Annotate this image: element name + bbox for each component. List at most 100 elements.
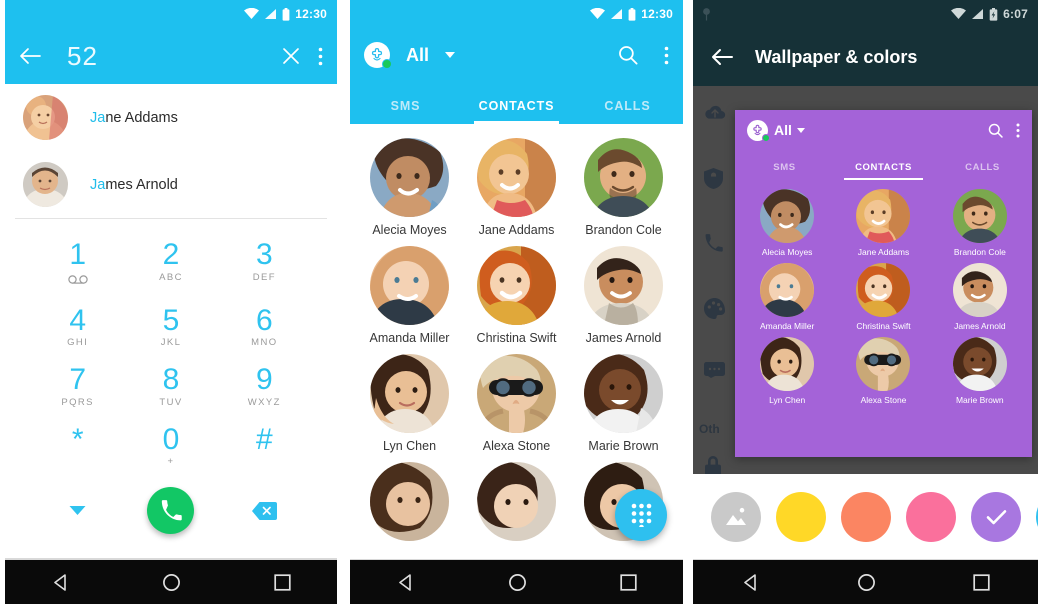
dialpad-key-2[interactable]: 2 ABC [124, 233, 217, 299]
contact-tile[interactable]: Alecia Moyes [356, 138, 463, 246]
contact-tile[interactable]: Jane Addams [463, 138, 570, 246]
tab-sms[interactable]: SMS [350, 82, 461, 124]
dialpad-row: 4 GHI 5 JKL 6 MNO [31, 299, 311, 359]
contact-tile[interactable]: Brandon Cole [570, 138, 677, 246]
call-button-wrap [124, 487, 217, 534]
contact-tile[interactable]: Lyn Chen [356, 354, 463, 462]
wifi-icon [244, 8, 260, 19]
nav-back-icon[interactable] [741, 573, 760, 592]
dialpad-key-7[interactable]: 7 PQRS [31, 358, 124, 418]
nav-recents-icon[interactable] [274, 573, 291, 591]
key-letters: WXYZ [247, 396, 281, 408]
dialed-number[interactable]: 52 [59, 41, 264, 72]
contact-tile[interactable] [463, 462, 570, 550]
contact-name: James Arnold [954, 321, 1006, 331]
back-arrow-icon[interactable] [19, 47, 41, 65]
contact-name: James Arnold [90, 177, 178, 193]
tab-sms: SMS [773, 162, 796, 173]
app-logo-icon[interactable] [364, 42, 392, 69]
dialpad-key-hash[interactable]: # [218, 418, 311, 478]
contact-tile[interactable] [356, 462, 463, 550]
dialpad-fab-button[interactable] [615, 489, 667, 541]
key-digit: 9 [255, 363, 273, 396]
tab-calls[interactable]: CALLS [572, 82, 683, 124]
contacts-grid-row: Alecia Moyes Jane Addams Brandon Cole [356, 138, 677, 246]
contact-name: Alecia Moyes [761, 247, 813, 257]
contact-tile[interactable]: Marie Brown [570, 354, 677, 462]
signal-icon [611, 9, 623, 19]
contact-tile[interactable]: James Arnold [570, 246, 677, 354]
collapse-dialpad-button[interactable] [31, 505, 124, 516]
avatar [760, 337, 815, 391]
nav-recents-icon[interactable] [619, 573, 637, 591]
contact-name: Christina Swift [476, 331, 557, 345]
android-navigation-bar [5, 559, 337, 604]
key-digit: 0 [162, 422, 180, 456]
phone-panel-dialer: 12:30 52 Jane Addams James Arnold 1 2 AB… [5, 0, 337, 604]
contact-tile: Alecia Moyes [739, 189, 835, 263]
dialpad-key-8[interactable]: 8 TUV [124, 358, 217, 418]
nav-recents-icon[interactable] [972, 573, 990, 591]
nav-back-icon[interactable] [51, 573, 70, 592]
nav-back-icon[interactable] [396, 573, 415, 592]
tab-contacts[interactable]: CONTACTS [461, 82, 572, 124]
status-bar: 6:07 [693, 0, 1038, 28]
contact-name: Brandon Cole [585, 223, 662, 237]
call-button[interactable] [147, 487, 195, 534]
status-bar-left [701, 7, 712, 22]
contact-tile[interactable]: Amanda Miller [356, 246, 463, 354]
nav-home-icon[interactable] [857, 573, 876, 592]
contact-name: Jane Addams [857, 247, 910, 257]
swatch-pink[interactable] [906, 491, 956, 542]
wifi-icon [951, 8, 967, 19]
avatar [584, 138, 663, 217]
dialer-toolbar: 52 [5, 28, 337, 84]
more-vert-icon[interactable] [664, 46, 669, 65]
more-vert-icon[interactable] [318, 47, 323, 66]
theme-preview-card[interactable]: All SMS CONTACTS CALLS Alecia Moyes Jane… [735, 110, 1032, 457]
status-bar-time: 12:30 [295, 7, 327, 21]
more-vert-icon [1016, 122, 1020, 138]
tab-calls: CALLS [965, 162, 1000, 173]
dialpad-key-star[interactable]: * [31, 418, 124, 478]
filter-label[interactable]: All [406, 45, 429, 66]
dialer-top-section: 12:30 52 [5, 0, 337, 84]
contact-tile: Jane Addams [835, 189, 931, 263]
dialpad-key-3[interactable]: 3 DEF [218, 233, 311, 299]
contact-suggestion-row[interactable]: James Arnold [5, 151, 337, 218]
search-icon[interactable] [618, 45, 638, 65]
contact-suggestion-row[interactable]: Jane Addams [5, 84, 337, 151]
nav-home-icon[interactable] [508, 573, 527, 592]
back-arrow-icon[interactable] [711, 48, 733, 66]
contact-tile: Christina Swift [835, 263, 931, 337]
chevron-down-icon[interactable] [445, 52, 456, 58]
contact-tile[interactable]: Alexa Stone [463, 354, 570, 462]
dialpad-key-9[interactable]: 9 WXYZ [218, 358, 311, 418]
nav-home-icon[interactable] [162, 573, 181, 592]
swatch-yellow[interactable] [776, 491, 826, 542]
contacts-top-section: 12:30 All SMS CONTACTS CALLS [350, 0, 683, 124]
dialpad-key-5[interactable]: 5 JKL [124, 299, 217, 359]
dialpad-key-4[interactable]: 4 GHI [31, 299, 124, 359]
contact-tile: James Arnold [932, 263, 1028, 337]
status-bar-time: 12:30 [641, 7, 673, 21]
settings-section-label: Oth [699, 422, 720, 436]
status-bar: 12:30 [350, 0, 683, 28]
contact-name: Marie Brown [955, 395, 1004, 405]
swatch-orange[interactable] [841, 491, 891, 542]
signal-icon [265, 9, 277, 19]
key-letters: DEF [252, 271, 276, 283]
swatch-purple-selected[interactable] [971, 491, 1021, 542]
contact-tile: Amanda Miller [739, 263, 835, 337]
contact-tile[interactable]: Christina Swift [463, 246, 570, 354]
backspace-button[interactable] [218, 501, 311, 520]
key-letters: + [167, 456, 175, 467]
key-letters: GHI [67, 337, 89, 348]
name-rest: mes Arnold [105, 176, 178, 193]
close-icon[interactable] [282, 47, 300, 65]
dialpad-key-6[interactable]: 6 MNO [218, 299, 311, 359]
dialpad-key-0[interactable]: 0 + [124, 418, 217, 478]
swatch-image-wallpaper[interactable] [711, 491, 761, 542]
dialpad-key-1[interactable]: 1 [31, 233, 124, 299]
dialpad-icon [631, 503, 651, 527]
